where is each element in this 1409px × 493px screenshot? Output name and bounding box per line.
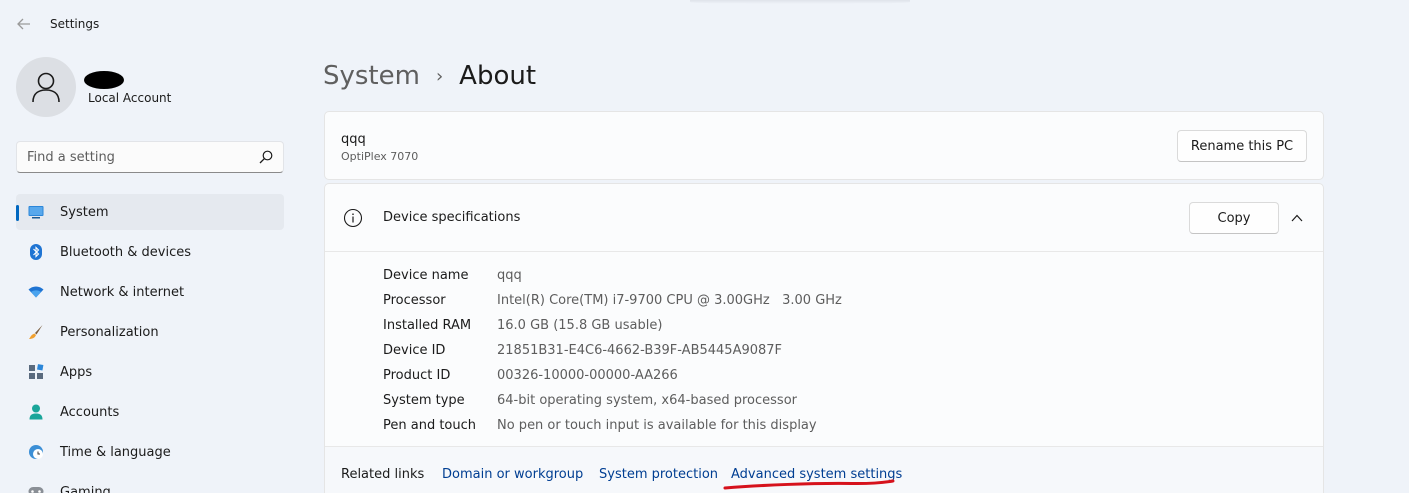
system-monitor-icon bbox=[28, 204, 44, 220]
gamepad-icon bbox=[28, 484, 44, 493]
search-box[interactable] bbox=[16, 141, 284, 173]
spec-row-device-name: Device name qqq bbox=[383, 263, 842, 288]
chevron-up-icon[interactable] bbox=[1289, 210, 1305, 226]
spec-label: Device name bbox=[383, 268, 469, 283]
spec-row-installed-ram: Installed RAM 16.0 GB (15.8 GB usable) bbox=[383, 313, 842, 338]
spec-row-system-type: System type 64-bit operating system, x64… bbox=[383, 388, 842, 413]
sidebar-item-apps[interactable]: Apps bbox=[16, 354, 284, 390]
spec-label: System type bbox=[383, 393, 465, 408]
spec-row-product-id: Product ID 00326-10000-00000-AA266 bbox=[383, 363, 842, 388]
spec-row-device-id: Device ID 21851B31-E4C6-4662-B39F-AB5445… bbox=[383, 338, 842, 363]
spec-value: No pen or touch input is available for t… bbox=[497, 418, 817, 433]
avatar[interactable] bbox=[16, 57, 76, 117]
sidebar-item-accounts[interactable]: Accounts bbox=[16, 394, 284, 430]
spec-value: 00326-10000-00000-AA266 bbox=[497, 368, 678, 383]
paintbrush-icon bbox=[28, 324, 44, 340]
copy-button[interactable]: Copy bbox=[1189, 202, 1279, 234]
sidebar-item-system[interactable]: System bbox=[16, 194, 284, 230]
spec-value: Intel(R) Core(TM) i7-9700 CPU @ 3.00GHz … bbox=[497, 293, 842, 308]
spec-value: 21851B31-E4C6-4662-B39F-AB5445A9087F bbox=[497, 343, 783, 358]
device-specifications-card: Device specifications Copy Device name q… bbox=[324, 183, 1324, 493]
active-indicator bbox=[16, 205, 19, 221]
apps-icon bbox=[28, 364, 44, 380]
sidebar-item-label: Apps bbox=[60, 365, 93, 380]
title-bar: Settings bbox=[0, 0, 1409, 48]
sidebar-nav: System Bluetooth & devices Network & int… bbox=[16, 194, 284, 493]
redacted-account-name bbox=[84, 71, 124, 89]
sidebar-item-time-language[interactable]: Time & language bbox=[16, 434, 284, 470]
person-icon bbox=[28, 404, 44, 420]
sidebar-item-label: Bluetooth & devices bbox=[60, 245, 191, 260]
related-links-title: Related links bbox=[341, 467, 425, 482]
breadcrumb-parent[interactable]: System bbox=[323, 61, 420, 91]
spec-value: qqq bbox=[497, 268, 522, 283]
sidebar-item-label: Time & language bbox=[60, 445, 171, 460]
spec-row-processor: Processor Intel(R) Core(TM) i7-9700 CPU … bbox=[383, 288, 842, 313]
rename-pc-button[interactable]: Rename this PC bbox=[1177, 130, 1307, 162]
info-icon bbox=[343, 208, 363, 228]
breadcrumb: System › About bbox=[323, 58, 536, 94]
spec-label: Installed RAM bbox=[383, 318, 472, 333]
sidebar-item-label: System bbox=[60, 205, 109, 220]
sidebar-item-label: Accounts bbox=[60, 405, 120, 420]
system-protection-link[interactable]: System protection bbox=[599, 467, 718, 482]
spec-value: 16.0 GB (15.8 GB usable) bbox=[497, 318, 663, 333]
person-icon bbox=[32, 72, 60, 103]
spec-label: Pen and touch bbox=[383, 418, 477, 433]
spec-label: Device ID bbox=[383, 343, 446, 358]
sidebar-item-gaming[interactable]: Gaming bbox=[16, 474, 284, 493]
clock-globe-icon bbox=[28, 444, 44, 460]
pc-name: qqq bbox=[341, 132, 366, 147]
device-specifications-header[interactable]: Device specifications Copy bbox=[325, 184, 1323, 252]
device-specifications-title: Device specifications bbox=[383, 210, 521, 225]
search-input[interactable] bbox=[17, 142, 253, 172]
pc-name-card: qqq OptiPlex 7070 Rename this PC bbox=[324, 111, 1324, 180]
spec-label: Processor bbox=[383, 293, 446, 308]
chevron-right-icon: › bbox=[435, 65, 444, 87]
red-underline-annotation bbox=[723, 479, 895, 490]
sidebar-item-label: Network & internet bbox=[60, 285, 185, 300]
spec-list: Device name qqq Processor Intel(R) Core(… bbox=[383, 263, 842, 438]
sidebar-item-bluetooth[interactable]: Bluetooth & devices bbox=[16, 234, 284, 270]
sidebar-item-personalization[interactable]: Personalization bbox=[16, 314, 284, 350]
wifi-icon bbox=[28, 284, 44, 300]
spec-label: Product ID bbox=[383, 368, 451, 383]
sidebar-item-network[interactable]: Network & internet bbox=[16, 274, 284, 310]
back-arrow-icon[interactable] bbox=[12, 12, 36, 36]
sidebar-item-label: Gaming bbox=[60, 485, 111, 493]
pc-model: OptiPlex 7070 bbox=[341, 150, 419, 163]
search-icon[interactable] bbox=[259, 150, 273, 164]
app-title: Settings bbox=[50, 17, 100, 31]
spec-value: 64-bit operating system, x64-based proce… bbox=[497, 393, 797, 408]
page-title: About bbox=[459, 61, 537, 91]
sidebar-item-label: Personalization bbox=[60, 325, 159, 340]
account-type-label: Local Account bbox=[88, 91, 172, 105]
spec-row-pen-touch: Pen and touch No pen or touch input is a… bbox=[383, 413, 842, 438]
domain-workgroup-link[interactable]: Domain or workgroup bbox=[442, 467, 583, 482]
bluetooth-icon bbox=[28, 244, 44, 260]
window-shadow bbox=[690, 0, 910, 4]
